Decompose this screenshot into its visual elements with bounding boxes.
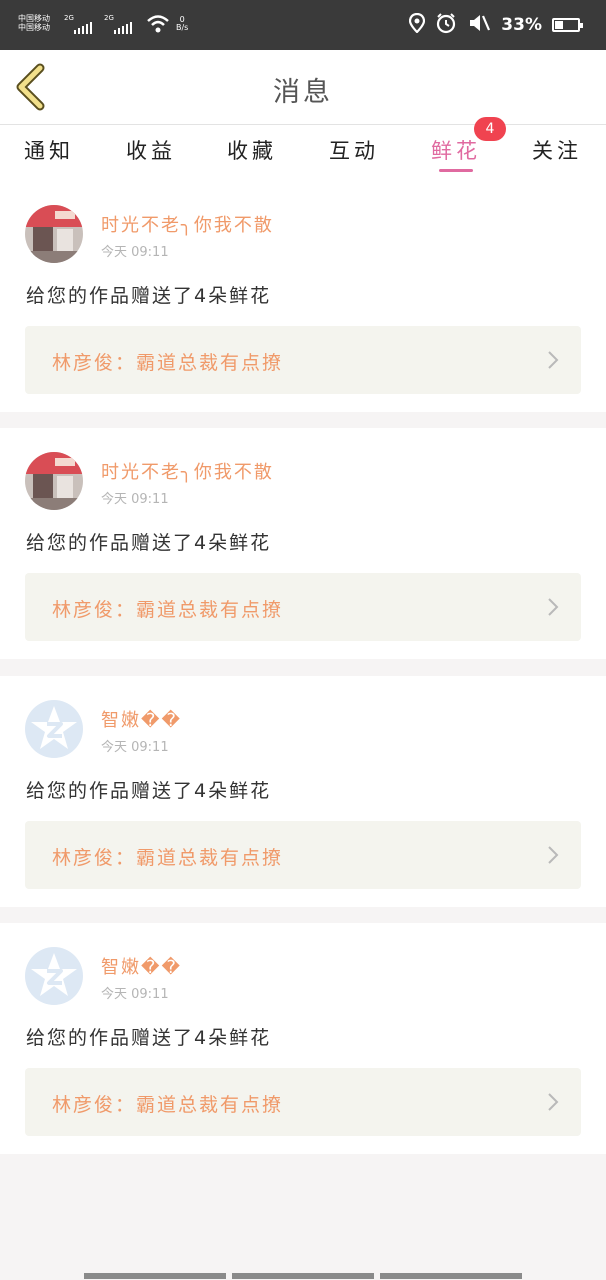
work-title: 林彦俊：霸道总裁有点撩 (52, 1094, 284, 1116)
page-title: 消息 (273, 77, 333, 108)
status-right: 33% (409, 12, 583, 38)
battery-percent: 33% (501, 15, 542, 35)
sender-name[interactable]: 时光不老╮你我不散 (101, 458, 274, 484)
scroll-indicator (84, 1273, 522, 1279)
work-title: 林彦俊：霸道总裁有点撩 (52, 599, 284, 621)
tab-favorites[interactable]: 收藏 (212, 135, 292, 165)
tab-interactions[interactable]: 互动 (314, 135, 394, 165)
active-tab-indicator (439, 169, 473, 172)
avatar[interactable] (25, 700, 83, 758)
battery-icon (552, 18, 583, 32)
work-link[interactable]: 林彦俊：霸道总裁有点撩 (25, 821, 581, 889)
message-text: 给您的作品赠送了4朵鲜花 (26, 1027, 272, 1049)
message-text: 给您的作品赠送了4朵鲜花 (26, 532, 272, 554)
carrier-1: 中国移动 (18, 14, 50, 23)
chevron-right-icon (548, 846, 559, 864)
sender-name[interactable]: 智嫩�� (101, 953, 182, 979)
work-link[interactable]: 林彦俊：霸道总裁有点撩 (25, 1068, 581, 1136)
tab-earnings[interactable]: 收益 (111, 135, 191, 165)
carrier-labels: 中国移动 中国移动 (18, 14, 50, 32)
tab-bar: 通知 收益 收藏 互动 鲜花 关注 (0, 125, 606, 181)
message-card: 智嫩�� 今天 09:11 给您的作品赠送了4朵鲜花 林彦俊：霸道总裁有点撩 (0, 923, 606, 1154)
avatar[interactable] (25, 452, 83, 510)
message-card: 时光不老╮你我不散 今天 09:11 给您的作品赠送了4朵鲜花 林彦俊：霸道总裁… (0, 428, 606, 659)
message-card: 智嫩�� 今天 09:11 给您的作品赠送了4朵鲜花 林彦俊：霸道总裁有点撩 (0, 676, 606, 907)
wifi-icon (146, 14, 170, 38)
message-card: 时光不老╮你我不散 今天 09:11 给您的作品赠送了4朵鲜花 林彦俊：霸道总裁… (0, 181, 606, 412)
message-text: 给您的作品赠送了4朵鲜花 (26, 780, 272, 802)
speed-unit: B/s (176, 23, 189, 32)
work-title: 林彦俊：霸道总裁有点撩 (52, 847, 284, 869)
tab-notifications[interactable]: 通知 (9, 135, 89, 165)
carrier-2: 中国移动 (18, 23, 50, 32)
signal-icon (114, 20, 132, 34)
network-type-2: 2G (104, 14, 114, 22)
mute-icon (467, 12, 491, 38)
message-time: 今天 09:11 (101, 492, 169, 507)
message-time: 今天 09:11 (101, 987, 169, 1002)
signal-icon (74, 20, 92, 34)
work-title: 林彦俊：霸道总裁有点撩 (52, 352, 284, 374)
chevron-right-icon (548, 1093, 559, 1111)
tab-following[interactable]: 关注 (517, 135, 597, 165)
sender-name[interactable]: 时光不老╮你我不散 (101, 211, 274, 237)
network-type-1: 2G (64, 14, 74, 22)
sender-name[interactable]: 智嫩�� (101, 706, 182, 732)
message-time: 今天 09:11 (101, 740, 169, 755)
status-bar: 中国移动 中国移动 2G 2G 0 B/s 33% (0, 0, 606, 50)
location-icon (409, 12, 426, 37)
work-link[interactable]: 林彦俊：霸道总裁有点撩 (25, 573, 581, 641)
work-link[interactable]: 林彦俊：霸道总裁有点撩 (25, 326, 581, 394)
default-avatar-icon (31, 953, 77, 996)
default-avatar-icon (31, 706, 77, 749)
avatar[interactable] (25, 947, 83, 1005)
app-header: 消息 (0, 50, 606, 125)
network-speed: 0 B/s (176, 16, 188, 32)
flower-count-badge: 4 (474, 117, 506, 141)
alarm-icon (435, 12, 457, 38)
chevron-right-icon (548, 598, 559, 616)
tab-flowers-label: 鲜花 (431, 139, 481, 163)
chevron-right-icon (548, 351, 559, 369)
avatar[interactable] (25, 205, 83, 263)
message-time: 今天 09:11 (101, 245, 169, 260)
message-text: 给您的作品赠送了4朵鲜花 (26, 285, 272, 307)
